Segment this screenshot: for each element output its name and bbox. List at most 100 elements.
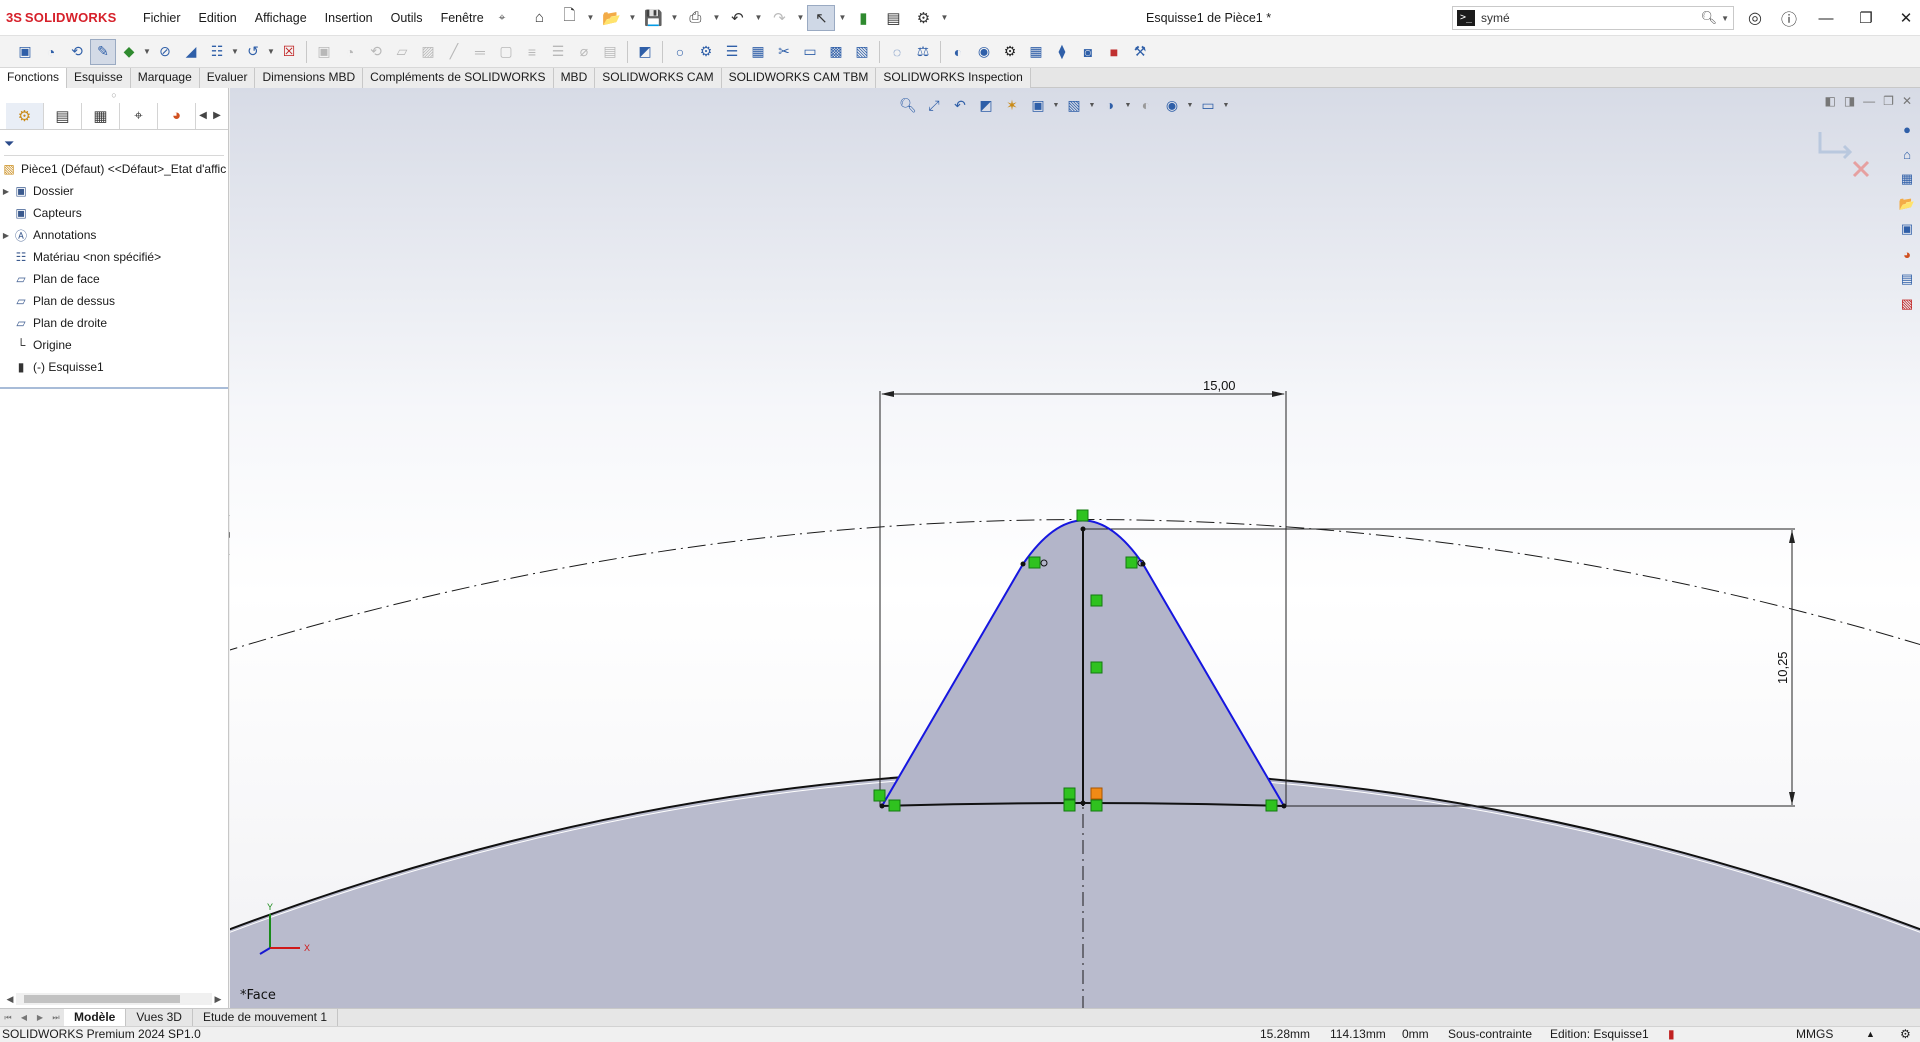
display-manager-tab-icon[interactable]: ◕	[158, 102, 196, 129]
measure-icon[interactable]: ◌	[884, 39, 910, 65]
scroll-right-icon[interactable]: ▶	[212, 994, 224, 1005]
zoom-to-fit-icon[interactable]: 🔍︎	[896, 94, 920, 116]
tree-item-plan-de-face[interactable]: ▱ Plan de face	[0, 268, 228, 290]
sketch-point[interactable]	[1140, 561, 1146, 567]
tree-item-plan-de-dessus[interactable]: ▱ Plan de dessus	[0, 290, 228, 312]
relation-marker[interactable]	[1028, 556, 1041, 569]
sketch-point[interactable]	[1080, 526, 1086, 532]
sketch-mode-icon[interactable]: ✎	[90, 38, 116, 65]
features-gear-icon[interactable]: ⚙	[693, 39, 719, 65]
tab-last-icon[interactable]: ⏭	[48, 1013, 64, 1023]
select-icon[interactable]: ↖	[807, 4, 836, 31]
view-orientation-dropdown-icon[interactable]: ▼	[1052, 102, 1060, 109]
sketch-tools-icon[interactable]: ⚒	[1127, 39, 1153, 65]
new-document-icon[interactable]: 🗋	[555, 5, 583, 31]
customize-status-icon[interactable]: ⚙	[1900, 1027, 1911, 1042]
search-dropdown-icon[interactable]: ▼	[1721, 14, 1729, 23]
relation-marker[interactable]	[1265, 799, 1278, 812]
cancel-sketch-icon[interactable]	[1852, 160, 1870, 178]
save-dropdown-icon[interactable]: ▼	[669, 13, 679, 22]
tab-prev-icon[interactable]: ◀	[16, 1013, 32, 1022]
menu-outils[interactable]: Outils	[382, 0, 432, 36]
reference-dropdown-icon[interactable]: ▼	[266, 47, 276, 56]
edit-appearance-icon[interactable]: ◐	[1134, 94, 1158, 116]
menu-affichage[interactable]: Affichage	[246, 0, 316, 36]
view-settings-icon[interactable]: ▭	[1196, 94, 1220, 116]
search-box[interactable]: >_ 🔍︎ ▼	[1452, 6, 1734, 30]
solidworks-forum-icon[interactable]: ▧	[1896, 293, 1918, 315]
draft-icon[interactable]: ╱	[441, 39, 467, 65]
cut-loft-icon[interactable]: ▱	[389, 39, 415, 65]
hide-show-dropdown-icon[interactable]: ▼	[1124, 102, 1132, 109]
view-orientation-icon[interactable]: ▣	[1026, 94, 1050, 116]
view-palette-icon[interactable]: ▣	[1896, 218, 1918, 240]
dimxpert-tab-icon[interactable]: ⌖	[120, 102, 158, 129]
render-tools-icon[interactable]: ◉	[971, 39, 997, 65]
rib-icon[interactable]: ═	[467, 39, 493, 65]
view-settings-dropdown-icon[interactable]: ▼	[1222, 102, 1230, 109]
undo-icon[interactable]: ↶	[723, 5, 751, 31]
user-account-icon[interactable]: ◎	[1740, 3, 1770, 33]
relation-marker[interactable]	[1090, 594, 1103, 607]
tab-modele[interactable]: Modèle	[64, 1008, 127, 1027]
save-icon[interactable]: 💾	[639, 5, 667, 31]
tab-fonctions[interactable]: Fonctions	[0, 68, 68, 88]
file-properties-icon[interactable]: ▤	[879, 5, 907, 31]
intersect-icon[interactable]: ☰	[545, 39, 571, 65]
sheet-metal-icon[interactable]: ▭	[797, 39, 823, 65]
zoom-to-area-icon[interactable]: ⤢	[922, 94, 946, 116]
cut-sweep-icon[interactable]: ⟲	[363, 39, 389, 65]
property-manager-tab-icon[interactable]: ▤	[44, 102, 82, 129]
custom-properties-icon[interactable]: ▤	[1896, 268, 1918, 290]
relation-marker[interactable]	[873, 789, 886, 802]
pattern-dropdown-icon[interactable]: ▼	[230, 47, 240, 56]
relation-marker[interactable]	[1090, 661, 1103, 674]
tree-item-origine[interactable]: └ Origine	[0, 334, 228, 356]
redo-icon[interactable]: ↷	[765, 5, 793, 31]
rebuild-status-icon[interactable]: ▮	[1668, 1027, 1675, 1042]
instant3d-icon[interactable]: ◆	[116, 39, 142, 65]
mass-properties-icon[interactable]: ⚖	[910, 39, 936, 65]
redo-dropdown-icon[interactable]: ▼	[795, 13, 805, 22]
scroll-track[interactable]	[16, 993, 212, 1005]
open-icon[interactable]: 📂	[597, 5, 625, 31]
print-icon[interactable]: ⎙	[681, 5, 709, 31]
cut-extrude-icon[interactable]: ▣	[311, 39, 337, 65]
menu-insertion[interactable]: Insertion	[316, 0, 382, 36]
menu-fichier[interactable]: Fichier	[134, 0, 190, 36]
select-dropdown-icon[interactable]: ▼	[837, 13, 847, 22]
viewport-tile-right-icon[interactable]: ◨	[1844, 94, 1855, 108]
relation-marker-coincident[interactable]	[1090, 787, 1103, 800]
display-style-dropdown-icon[interactable]: ▼	[1088, 102, 1096, 109]
tab-vues-3d[interactable]: Vues 3D	[126, 1008, 193, 1027]
viewport-tile-left-icon[interactable]: ◧	[1824, 94, 1835, 108]
split-line-icon[interactable]: ✂	[771, 39, 797, 65]
dimension-height-label[interactable]: 10,25	[1775, 651, 1790, 684]
close-window-icon[interactable]: ✕	[1888, 0, 1920, 36]
design-library-icon[interactable]: ▦	[1896, 168, 1918, 190]
sketch-point[interactable]	[1020, 561, 1026, 567]
section-view-icon[interactable]: ◩	[974, 94, 998, 116]
hole-wizard-icon[interactable]: ⊘	[152, 39, 178, 65]
sketch-point[interactable]	[1080, 800, 1086, 806]
smart-fasteners-icon[interactable]: ⧫	[1049, 39, 1075, 65]
section-view-icon[interactable]: ◩	[632, 39, 658, 65]
combine-icon[interactable]: ▤	[597, 39, 623, 65]
revolve-boss-icon[interactable]: ◔	[38, 39, 64, 65]
wrap-icon[interactable]: ≡	[519, 39, 545, 65]
viewport-minimize-icon[interactable]: —	[1863, 94, 1875, 108]
viewport-close-icon[interactable]: ✕	[1902, 94, 1912, 108]
relation-marker[interactable]	[1076, 509, 1089, 522]
tab-next-icon[interactable]: ▶	[32, 1013, 48, 1022]
mirror-icon[interactable]: ⌀	[571, 39, 597, 65]
tree-item-esquisse1[interactable]: ▮ (-) Esquisse1	[0, 356, 228, 378]
relation-marker[interactable]	[1063, 787, 1076, 800]
configuration-manager-tab-icon[interactable]: ▦	[82, 102, 120, 129]
tab-mbd[interactable]: MBD	[553, 68, 596, 88]
solidworks-resources-icon[interactable]: ●	[1896, 118, 1918, 140]
undo-dropdown-icon[interactable]: ▼	[753, 13, 763, 22]
previous-view-icon[interactable]: ↶	[948, 94, 972, 116]
instant-view-icon[interactable]: ◐	[945, 39, 971, 65]
linear-pattern-icon[interactable]: ☰	[719, 39, 745, 65]
open-dropdown-icon[interactable]: ▼	[627, 13, 637, 22]
